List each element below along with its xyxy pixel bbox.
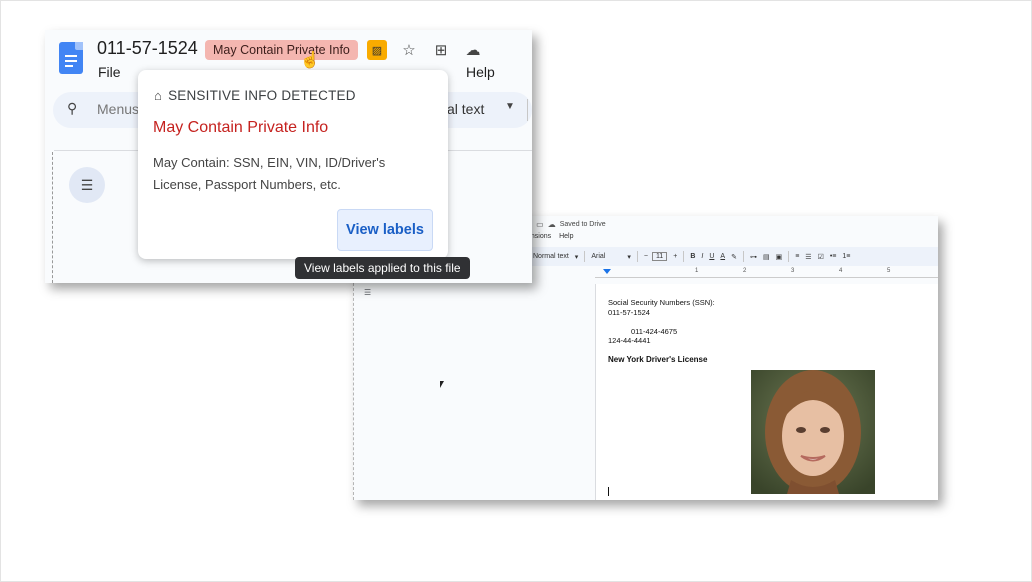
ein-line: 011-424-4675	[631, 327, 678, 336]
saved-status: ☆ ▭ ☁ Saved to Drive	[525, 220, 606, 229]
outline-icon[interactable]: ☰	[69, 167, 105, 203]
mouse-pointer-icon	[440, 381, 444, 388]
font-size-input[interactable]: 11	[651, 252, 668, 261]
ssn-heading: Social Security Numbers (SSN):	[608, 298, 715, 307]
link-icon[interactable]: ⊶	[750, 253, 757, 261]
bold-button[interactable]: B	[690, 253, 695, 260]
hand-cursor-icon: ☝	[300, 52, 320, 69]
toolbar-divider	[683, 251, 685, 262]
vertical-ruler	[52, 152, 53, 283]
chevron-down-icon[interactable]: ▾	[627, 253, 631, 261]
text-cursor	[608, 487, 609, 496]
text-color-button[interactable]: A	[720, 253, 725, 260]
ruler-mark: 3	[791, 268, 795, 274]
outline-icon[interactable]: ☰	[364, 288, 371, 297]
chevron-down-icon[interactable]: ▾	[575, 253, 579, 261]
menu-file[interactable]: File	[98, 64, 121, 80]
italic-button[interactable]: I	[701, 253, 703, 260]
checklist-icon[interactable]: ☑	[818, 253, 824, 261]
ruler-mark: 2	[743, 268, 747, 274]
menu-bar: File Help	[98, 64, 495, 80]
menu-help[interactable]: Help	[466, 64, 495, 80]
highlight-icon[interactable]: ✎	[731, 253, 737, 261]
toolbar-divider	[636, 251, 638, 262]
saved-status-text: Saved to Drive	[559, 221, 606, 228]
paragraph-style-select[interactable]: al text	[447, 101, 484, 117]
underline-button[interactable]: U	[709, 253, 714, 260]
align-icon[interactable]: ≡	[795, 253, 799, 260]
sensitivity-label-chip[interactable]: May Contain Private Info	[205, 40, 358, 60]
ruler-mark: 4	[839, 268, 843, 274]
title-icons: ▨ ☆ ⊞ ☁	[367, 40, 483, 60]
toolbar-divider	[742, 251, 744, 262]
label-warning-icon[interactable]: ▨	[367, 40, 387, 60]
chevron-down-icon[interactable]: ▼	[505, 101, 515, 112]
search-menus-input[interactable]: Menus	[97, 101, 139, 117]
menu-help[interactable]: Help	[559, 233, 573, 240]
ruler-mark: 5	[887, 268, 891, 274]
license-photo	[751, 370, 875, 494]
toolbar-divider	[527, 99, 528, 121]
menu-bar: ensions Help	[527, 233, 580, 240]
ruler-mark: 1	[695, 268, 699, 274]
number-line: 124-44-4441	[608, 336, 651, 345]
move-folder-icon[interactable]: ▭	[536, 220, 544, 229]
toolbar-divider	[788, 251, 790, 262]
ruler: 1 2 3 4 5	[595, 268, 938, 278]
increase-font-size-button[interactable]: +	[673, 253, 677, 260]
star-icon[interactable]: ☆	[399, 40, 419, 60]
image-icon[interactable]: ▣	[776, 253, 783, 261]
cloud-icon[interactable]: ☁	[463, 40, 483, 60]
cloud-icon: ☁	[547, 220, 556, 229]
decrease-font-size-button[interactable]: −	[644, 253, 648, 260]
toolbar-divider	[584, 251, 586, 262]
label-icon: ⌂	[154, 88, 163, 103]
google-docs-logo-icon[interactable]	[59, 42, 83, 74]
sensitive-info-popup: ⌂ SENSITIVE INFO DETECTED May Contain Pr…	[138, 70, 448, 259]
font-select[interactable]: Arial	[591, 253, 605, 260]
popup-header: ⌂ SENSITIVE INFO DETECTED	[154, 88, 356, 103]
comment-icon[interactable]: ▤	[763, 253, 770, 261]
popup-header-text: SENSITIVE INFO DETECTED	[168, 88, 356, 103]
move-folder-icon[interactable]: ⊞	[431, 40, 451, 60]
tooltip: View labels applied to this file	[295, 257, 470, 279]
popup-label-name: May Contain Private Info	[153, 119, 329, 136]
view-labels-button[interactable]: View labels	[337, 209, 433, 251]
document-title[interactable]: 011-57-1524	[97, 38, 198, 59]
search-icon[interactable]: ⚲	[67, 100, 77, 117]
line-spacing-icon[interactable]: ☰	[805, 253, 811, 261]
license-heading: New York Driver's License	[608, 355, 708, 364]
indent-marker[interactable]	[603, 269, 611, 274]
left-margin-panel: ☰	[353, 278, 595, 500]
numbered-list-icon[interactable]: 1≡	[842, 253, 850, 260]
bulleted-list-icon[interactable]: •≡	[830, 253, 837, 260]
paragraph-style-select[interactable]: Normal text	[533, 253, 569, 260]
popup-description: May Contain: SSN, EIN, VIN, ID/Driver's …	[153, 155, 386, 192]
document-page[interactable]: Social Security Numbers (SSN): 011-57-15…	[595, 284, 938, 500]
ssn-line: 011-57-1524	[608, 308, 650, 317]
